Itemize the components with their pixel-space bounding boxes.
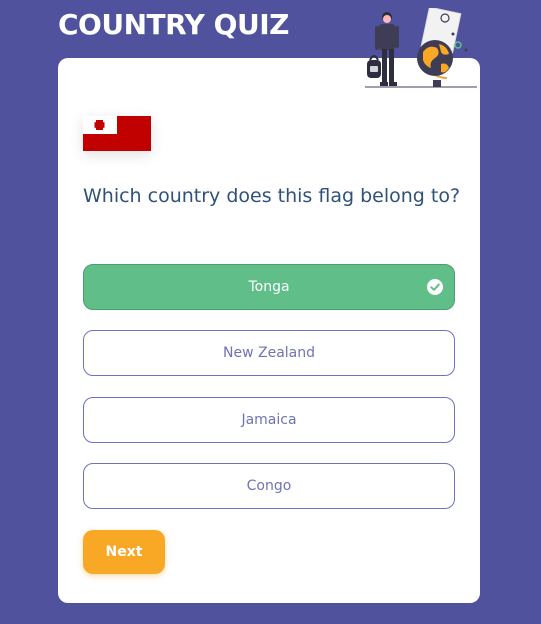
answer-option-label: Congo: [246, 478, 292, 494]
traveler-globe-illustration: [365, 8, 477, 88]
app-title: COUNTRY QUIZ: [58, 8, 289, 41]
answer-option-label: Jamaica: [241, 412, 297, 428]
answer-option-new-zealand[interactable]: New Zealand: [83, 330, 455, 376]
country-flag: [83, 116, 151, 151]
answer-option-tonga[interactable]: Tonga: [83, 264, 455, 310]
question-text: Which country does this flag belong to?: [83, 185, 461, 207]
answer-option-label: New Zealand: [223, 345, 315, 361]
check-circle-icon: [427, 279, 443, 295]
next-button[interactable]: Next: [83, 530, 165, 574]
answer-option-jamaica[interactable]: Jamaica: [83, 397, 455, 443]
answer-option-congo[interactable]: Congo: [83, 463, 455, 509]
answer-option-label: Tonga: [248, 279, 290, 295]
